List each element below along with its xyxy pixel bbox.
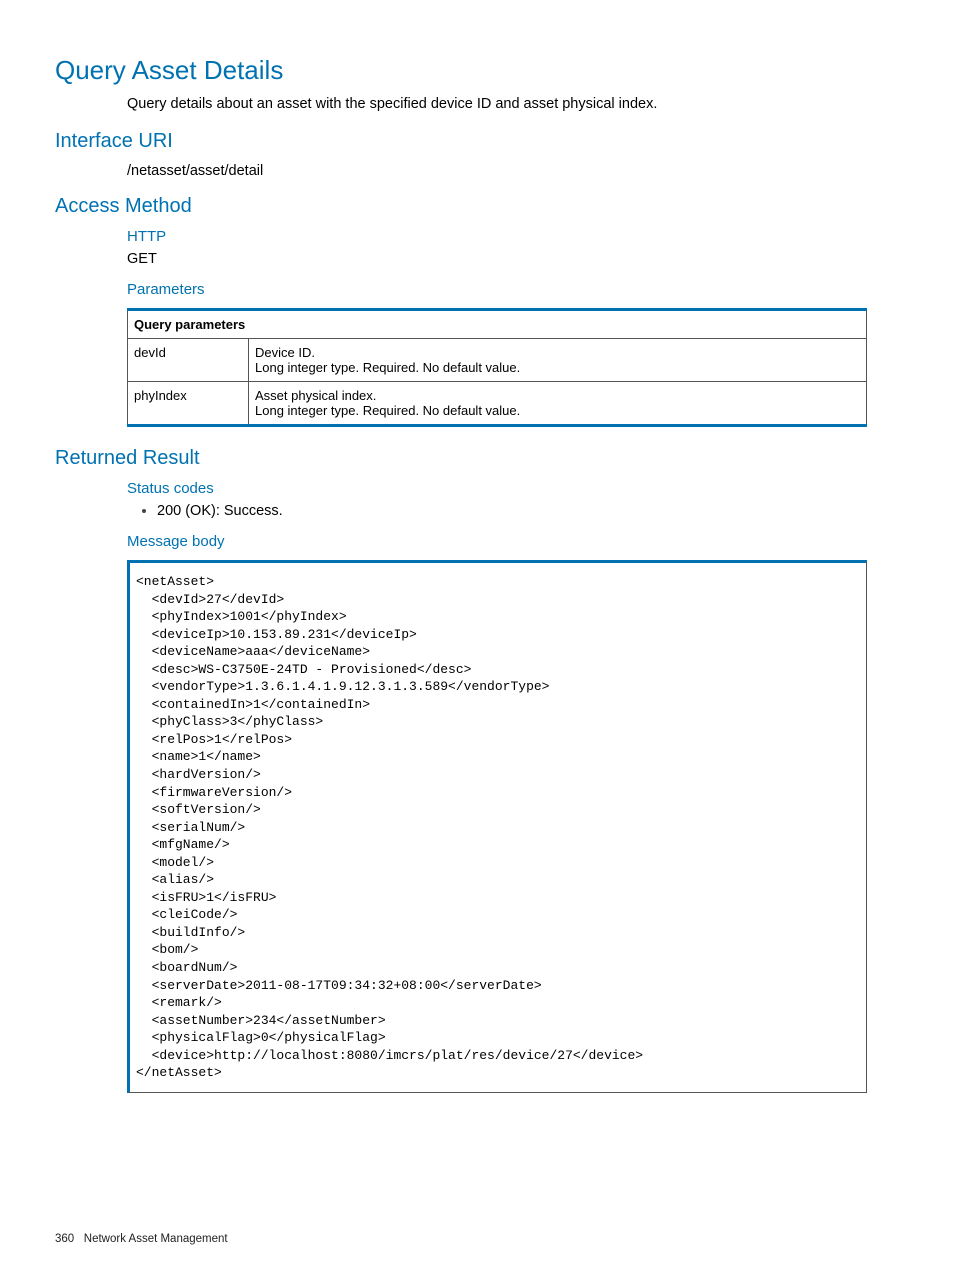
status-list: 200 (OK): Success. (127, 503, 899, 519)
table-row: phyIndex Asset physical index. Long inte… (128, 382, 867, 426)
http-label: HTTP (127, 228, 899, 245)
heading-interface-uri: Interface URI (55, 130, 899, 153)
heading-returned-result: Returned Result (55, 447, 899, 470)
param-desc: Device ID. Long integer type. Required. … (249, 339, 867, 382)
table-row: devId Device ID. Long integer type. Requ… (128, 339, 867, 382)
param-name: devId (128, 339, 249, 382)
code-block: <netAsset> <devId>27</devId> <phyIndex>1… (127, 560, 867, 1093)
heading-access-method: Access Method (55, 195, 899, 218)
page-number: 360 (55, 1233, 74, 1245)
interface-uri-value: /netasset/asset/detail (127, 163, 899, 179)
status-codes-label: Status codes (127, 480, 899, 497)
parameters-table: Query parameters devId Device ID. Long i… (127, 308, 867, 427)
param-name: phyIndex (128, 382, 249, 426)
table-header-row: Query parameters (128, 310, 867, 339)
param-desc: Asset physical index. Long integer type.… (249, 382, 867, 426)
message-body-label: Message body (127, 533, 899, 550)
footer-label: Network Asset Management (84, 1233, 228, 1245)
parameters-label: Parameters (127, 281, 899, 298)
status-item: 200 (OK): Success. (157, 503, 899, 519)
http-method: GET (127, 251, 899, 267)
page-footer: 360 Network Asset Management (55, 1233, 228, 1245)
table-header: Query parameters (128, 310, 867, 339)
page-title: Query Asset Details (55, 55, 899, 86)
page-description: Query details about an asset with the sp… (127, 96, 899, 112)
